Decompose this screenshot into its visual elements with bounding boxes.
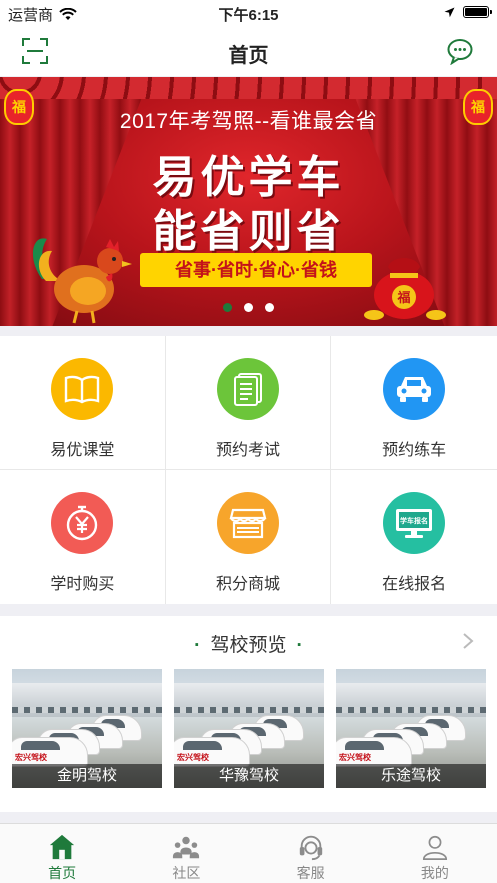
tab-label: 社区 [172, 865, 201, 881]
section-title-text: 驾校预览 [210, 635, 287, 656]
school-building [174, 683, 324, 717]
nav-bar: 首页 [0, 26, 497, 76]
book-icon [65, 375, 100, 404]
feature-icon-circle [51, 492, 114, 554]
feature-label: 预约考试 [215, 442, 280, 459]
feature-grid: 易优课堂 预约考试 预约练车 学时购买 积分商城 学车报名 在线报名 [0, 336, 497, 604]
banner-pagination [0, 303, 497, 312]
status-bar: 运营商 下午6:15 [0, 0, 497, 26]
headset-icon [299, 835, 322, 861]
car-shape: 宏兴驾校 [336, 737, 412, 767]
feature-easy-class[interactable]: 易优课堂 [0, 336, 166, 470]
status-time: 下午6:15 [218, 7, 279, 24]
title-dot: · [296, 635, 303, 656]
car-tag: 宏兴驾校 [177, 753, 209, 762]
tab-profile[interactable]: 我的 [373, 824, 497, 883]
feature-label: 易优课堂 [50, 442, 115, 459]
feature-icon-circle [383, 358, 446, 420]
feature-icon-circle [216, 492, 279, 554]
promo-banner[interactable]: 福 福 2017年考驾照--看谁最会省 易优学车 能省则省 省事·省时·省心·省… [0, 77, 497, 326]
monitor-signup-icon: 学车报名 [396, 509, 433, 538]
home-icon [49, 834, 75, 860]
pagination-dot[interactable] [223, 303, 232, 312]
shop-icon [229, 508, 267, 539]
car-tag: 宏兴驾校 [339, 753, 371, 762]
feature-icon-circle: 学车报名 [383, 492, 446, 554]
monitor-text: 学车报名 [400, 516, 428, 525]
tab-customer-service[interactable]: 客服 [249, 824, 373, 883]
school-name: 华豫驾校 [174, 764, 324, 788]
tab-home[interactable]: 首页 [0, 824, 124, 883]
feature-buy-hours[interactable]: 学时购买 [0, 470, 166, 604]
tab-bar: 首页 社区 客服 我的 [0, 823, 497, 883]
battery-icon [463, 6, 492, 18]
section-title: · 驾校预览 · [0, 630, 497, 657]
feature-points-mall[interactable]: 积分商城 [166, 470, 332, 604]
page-title: 首页 [228, 45, 269, 67]
car-icon [397, 377, 432, 402]
yen-stopwatch-icon [67, 505, 98, 541]
feature-icon-circle [216, 358, 279, 420]
chevron-right-icon[interactable] [461, 632, 475, 650]
school-preview-section: · 驾校预览 · 宏兴驾校 金明驾校 宏兴驾校 华豫驾校 宏兴驾校 乐途驾校 [0, 616, 497, 812]
feature-label: 积分商城 [215, 576, 280, 593]
car-tag: 宏兴驾校 [15, 753, 47, 762]
school-building [336, 683, 486, 717]
feature-online-signup[interactable]: 学车报名 在线报名 [331, 470, 497, 604]
tab-community[interactable]: 社区 [124, 824, 248, 883]
tab-label: 首页 [48, 865, 77, 881]
school-building [12, 683, 162, 717]
curtain-valance [0, 77, 497, 99]
feature-label: 在线报名 [382, 576, 447, 593]
car-shape: 宏兴驾校 [12, 737, 88, 767]
pagination-dot[interactable] [265, 303, 274, 312]
feature-icon-circle [51, 358, 114, 420]
school-card[interactable]: 宏兴驾校 金明驾校 [12, 669, 162, 788]
feature-label: 预约练车 [382, 442, 447, 459]
pagination-dot[interactable] [244, 303, 253, 312]
title-dot: · [194, 635, 201, 656]
school-card-list: 宏兴驾校 金明驾校 宏兴驾校 华豫驾校 宏兴驾校 乐途驾校 [12, 669, 486, 788]
location-arrow-icon [444, 7, 455, 17]
school-card[interactable]: 宏兴驾校 乐途驾校 [336, 669, 486, 788]
school-name: 金明驾校 [12, 764, 162, 788]
community-icon [173, 836, 200, 859]
feature-book-practice[interactable]: 预约练车 [331, 336, 497, 470]
car-shape: 宏兴驾校 [174, 737, 250, 767]
user-icon [422, 835, 447, 860]
feature-label: 学时购买 [50, 576, 115, 593]
school-name: 乐途驾校 [336, 764, 486, 788]
school-card[interactable]: 宏兴驾校 华豫驾校 [174, 669, 324, 788]
banner-slogan: 省事·省时·省心·省钱 [140, 253, 372, 287]
document-icon [233, 373, 262, 406]
status-right [444, 6, 492, 18]
banner-subtitle: 2017年考驾照--看谁最会省 [119, 110, 378, 133]
chat-icon[interactable] [447, 37, 475, 65]
feature-book-exam[interactable]: 预约考试 [165, 336, 332, 470]
tab-label: 我的 [420, 865, 449, 881]
tab-label: 客服 [296, 865, 325, 881]
